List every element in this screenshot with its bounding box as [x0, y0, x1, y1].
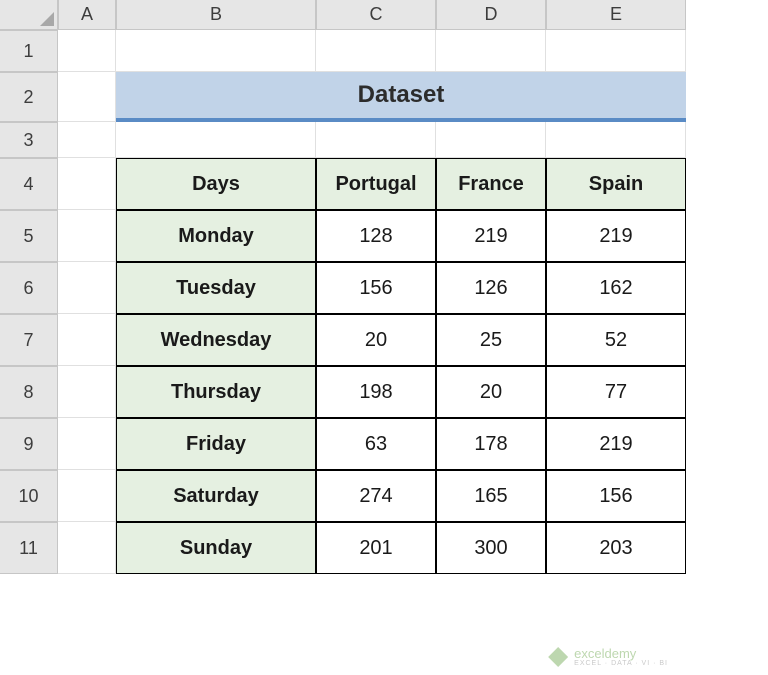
- cell-A4[interactable]: [58, 158, 116, 210]
- table-cell[interactable]: 198: [316, 366, 436, 418]
- col-header-D[interactable]: D: [436, 0, 546, 30]
- table-cell[interactable]: 20: [436, 366, 546, 418]
- cell-A3[interactable]: [58, 122, 116, 158]
- cell-A2[interactable]: [58, 72, 116, 122]
- table-cell[interactable]: 300: [436, 522, 546, 574]
- table-cell[interactable]: 20: [316, 314, 436, 366]
- watermark-brand: exceldemy: [574, 647, 668, 660]
- table-cell[interactable]: 77: [546, 366, 686, 418]
- table-cell[interactable]: 128: [316, 210, 436, 262]
- select-all-corner[interactable]: [0, 0, 58, 30]
- cell-A1[interactable]: [58, 30, 116, 72]
- cell-A5[interactable]: [58, 210, 116, 262]
- table-header-days[interactable]: Days: [116, 158, 316, 210]
- row-header-8[interactable]: 8: [0, 366, 58, 418]
- table-header-spain[interactable]: Spain: [546, 158, 686, 210]
- cell-C1[interactable]: [316, 30, 436, 72]
- table-cell[interactable]: 219: [546, 418, 686, 470]
- table-header-france[interactable]: France: [436, 158, 546, 210]
- cell-B1[interactable]: [116, 30, 316, 72]
- watermark: exceldemy EXCEL · DATA · VI · BI: [548, 647, 668, 667]
- row-header-2[interactable]: 2: [0, 72, 58, 122]
- table-cell[interactable]: 162: [546, 262, 686, 314]
- row-header-5[interactable]: 5: [0, 210, 58, 262]
- cell-E3[interactable]: [546, 122, 686, 158]
- cell-A6[interactable]: [58, 262, 116, 314]
- table-cell[interactable]: 63: [316, 418, 436, 470]
- col-header-A[interactable]: A: [58, 0, 116, 30]
- table-cell[interactable]: 165: [436, 470, 546, 522]
- cell-B3[interactable]: [116, 122, 316, 158]
- cell-A8[interactable]: [58, 366, 116, 418]
- table-row[interactable]: Friday: [116, 418, 316, 470]
- table-cell[interactable]: 52: [546, 314, 686, 366]
- spreadsheet-grid: A B C D E 1 2 Dataset 3 4 Days Portugal …: [0, 0, 768, 574]
- row-header-6[interactable]: 6: [0, 262, 58, 314]
- table-cell[interactable]: 126: [436, 262, 546, 314]
- cell-A9[interactable]: [58, 418, 116, 470]
- watermark-tagline: EXCEL · DATA · VI · BI: [574, 660, 668, 667]
- table-cell[interactable]: 25: [436, 314, 546, 366]
- row-header-7[interactable]: 7: [0, 314, 58, 366]
- table-row[interactable]: Tuesday: [116, 262, 316, 314]
- dataset-title[interactable]: Dataset: [116, 72, 686, 122]
- table-cell[interactable]: 156: [316, 262, 436, 314]
- col-header-E[interactable]: E: [546, 0, 686, 30]
- cell-D3[interactable]: [436, 122, 546, 158]
- row-header-10[interactable]: 10: [0, 470, 58, 522]
- table-cell[interactable]: 203: [546, 522, 686, 574]
- table-cell[interactable]: 201: [316, 522, 436, 574]
- row-header-3[interactable]: 3: [0, 122, 58, 158]
- table-row[interactable]: Saturday: [116, 470, 316, 522]
- cell-C3[interactable]: [316, 122, 436, 158]
- row-header-4[interactable]: 4: [0, 158, 58, 210]
- cell-E1[interactable]: [546, 30, 686, 72]
- table-row[interactable]: Sunday: [116, 522, 316, 574]
- table-header-portugal[interactable]: Portugal: [316, 158, 436, 210]
- cell-A11[interactable]: [58, 522, 116, 574]
- row-header-9[interactable]: 9: [0, 418, 58, 470]
- cell-A10[interactable]: [58, 470, 116, 522]
- col-header-B[interactable]: B: [116, 0, 316, 30]
- row-header-1[interactable]: 1: [0, 30, 58, 72]
- col-header-C[interactable]: C: [316, 0, 436, 30]
- table-cell[interactable]: 178: [436, 418, 546, 470]
- cell-D1[interactable]: [436, 30, 546, 72]
- table-cell[interactable]: 274: [316, 470, 436, 522]
- table-row[interactable]: Wednesday: [116, 314, 316, 366]
- table-cell[interactable]: 219: [546, 210, 686, 262]
- table-row[interactable]: Monday: [116, 210, 316, 262]
- table-row[interactable]: Thursday: [116, 366, 316, 418]
- cell-A7[interactable]: [58, 314, 116, 366]
- row-header-11[interactable]: 11: [0, 522, 58, 574]
- table-cell[interactable]: 219: [436, 210, 546, 262]
- exceldemy-logo-icon: [548, 647, 568, 667]
- table-cell[interactable]: 156: [546, 470, 686, 522]
